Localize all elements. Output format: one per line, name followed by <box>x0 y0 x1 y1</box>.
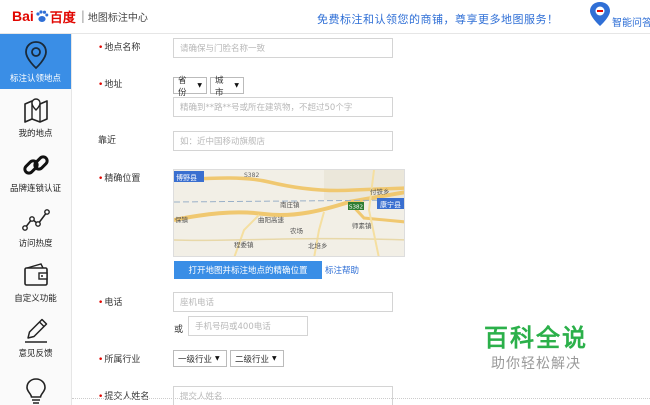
mobile-input[interactable]: 手机号码或400电话 <box>188 316 308 336</box>
sidebar-item-label: 访问热度 <box>18 238 53 249</box>
line-chart-icon <box>21 205 51 235</box>
sidebar-item-label: 标注认领地点 <box>9 73 61 84</box>
open-map-button[interactable]: 打开地图并标注地点的精确位置 <box>174 261 322 279</box>
logo-subtitle: 地图标注中心 <box>87 12 148 24</box>
pencil-icon <box>21 315 51 345</box>
map-label: S382 <box>349 205 363 211</box>
city-value: 城市 <box>215 75 224 98</box>
dropdown-arrow-icon: ▼ <box>197 82 202 89</box>
sidebar-item-label: 意见反馈 <box>18 348 53 359</box>
map-label: 农场 <box>290 226 304 235</box>
logo-separator: | <box>80 9 85 23</box>
required-mark: • <box>98 355 104 365</box>
map-label: S382 <box>244 172 259 179</box>
map-label: 程委镇 <box>234 240 254 249</box>
landline-placeholder: 座机电话 <box>180 298 215 308</box>
sidebar-item-brand-chain[interactable]: 品牌连锁认证 <box>0 144 71 199</box>
logo-bai-text: Bai <box>12 8 34 24</box>
address-label-text: 地址 <box>104 80 123 90</box>
open-map-button-label: 打开地图并标注地点的精确位置 <box>188 266 308 276</box>
map-help-link[interactable]: 标注帮助 <box>325 264 359 276</box>
province-value: 省份 <box>178 75 187 98</box>
landline-input[interactable]: 座机电话 <box>173 292 393 312</box>
chain-link-icon <box>21 150 51 180</box>
wallet-icon <box>21 260 51 290</box>
position-label: •精确位置 <box>98 171 140 184</box>
near-input[interactable]: 如：近中国移动旗舰店 <box>173 131 393 151</box>
paw-icon <box>35 9 49 23</box>
industry-label-text: 所属行业 <box>104 355 141 365</box>
map-canvas: 博野县 S382 付铁乡 康宁县 南庄镇 S382 曲阳高速 农场 师素镇 程委… <box>174 170 404 256</box>
position-label-text: 精确位置 <box>104 174 141 184</box>
dropdown-arrow-icon: ▼ <box>234 82 239 89</box>
near-label: 靠近 <box>98 133 116 146</box>
sidebar-item-custom-functions[interactable]: 自定义功能 <box>0 254 71 309</box>
near-label-text: 靠近 <box>98 136 117 146</box>
lightbulb-icon <box>21 376 51 405</box>
industry-label: •所属行业 <box>98 352 140 365</box>
sidebar-item-ideas[interactable] <box>0 364 71 405</box>
required-mark: • <box>98 174 104 184</box>
mobile-placeholder: 手机号码或400电话 <box>195 322 271 332</box>
or-text: 或 <box>174 325 184 335</box>
watermark-subtitle: 助你轻松解决 <box>491 356 581 372</box>
required-mark: • <box>98 80 104 90</box>
province-select[interactable]: 省份 ▼ <box>173 76 207 98</box>
industry-level2-value: 二级行业 <box>235 354 270 365</box>
industry-level1-select[interactable]: 一级行业 ▼ <box>173 350 227 367</box>
sidebar-item-mark-claim[interactable]: 标注认领地点 <box>0 34 71 89</box>
smart-qa-link[interactable]: 智能问答 <box>612 14 650 29</box>
place-name-input[interactable]: 请确保与门脸名称一致 <box>173 38 393 58</box>
baidu-logo[interactable]: Bai 百度 | 地图标注中心 <box>12 6 148 26</box>
address-label: •地址 <box>98 77 122 90</box>
page-header: Bai 百度 | 地图标注中心 免费标注和认领您的商铺，尊享更多地图服务！ 智能… <box>0 0 650 34</box>
map-label: 曲阳高速 <box>258 215 285 224</box>
name-label-text: 地点名称 <box>104 43 141 53</box>
place-name-placeholder: 请确保与门脸名称一致 <box>180 44 266 54</box>
sidebar-item-my-places[interactable]: 我的地点 <box>0 89 71 144</box>
address-input[interactable]: 精确到**路**号或所在建筑物，不超过50个字 <box>173 97 393 117</box>
smart-qa-logo-icon[interactable] <box>588 0 612 28</box>
dropdown-arrow-icon: ▼ <box>272 355 277 362</box>
map-preview[interactable]: 博野县 S382 付铁乡 康宁县 南庄镇 S382 曲阳高速 农场 师素镇 程委… <box>173 169 405 257</box>
address-placeholder: 精确到**路**号或所在建筑物，不超过50个字 <box>180 103 353 113</box>
map-label: 保镇 <box>175 215 189 224</box>
map-label: 康宁县 <box>380 200 401 209</box>
location-pin-icon <box>21 40 51 70</box>
phone-label-text: 电话 <box>104 298 123 308</box>
watermark-title: 百科全说 <box>484 324 588 352</box>
map-label: 师素镇 <box>352 221 372 230</box>
logo-du-text: 百度 <box>49 10 76 26</box>
sidebar: 标注认领地点 我的地点 品牌连锁认证 访问热度 自定义功能 意见反馈 <box>0 34 72 405</box>
footer-divider <box>72 398 650 405</box>
sidebar-item-label: 品牌连锁认证 <box>9 183 61 194</box>
required-mark: • <box>98 298 104 308</box>
sidebar-item-label: 我的地点 <box>18 128 53 139</box>
header-slogan: 免费标注和认领您的商铺，尊享更多地图服务！ <box>317 13 559 26</box>
map-label: 博野县 <box>176 173 197 182</box>
phone-label: •电话 <box>98 295 122 308</box>
industry-level2-select[interactable]: 二级行业 ▼ <box>230 350 284 367</box>
name-label: •地点名称 <box>98 40 140 53</box>
map-icon <box>21 95 51 125</box>
map-label: 北培乡 <box>308 241 328 250</box>
sidebar-item-label: 自定义功能 <box>14 293 57 304</box>
required-mark: • <box>98 43 104 53</box>
industry-level1-value: 一级行业 <box>178 354 213 365</box>
dropdown-arrow-icon: ▼ <box>215 355 220 362</box>
map-label: 付铁乡 <box>370 187 390 196</box>
near-placeholder: 如：近中国移动旗舰店 <box>180 137 266 147</box>
map-label: 南庄镇 <box>280 200 300 209</box>
city-select[interactable]: 城市 ▼ <box>210 76 244 98</box>
sidebar-item-feedback[interactable]: 意见反馈 <box>0 309 71 364</box>
sidebar-item-visit-heat[interactable]: 访问热度 <box>0 199 71 254</box>
